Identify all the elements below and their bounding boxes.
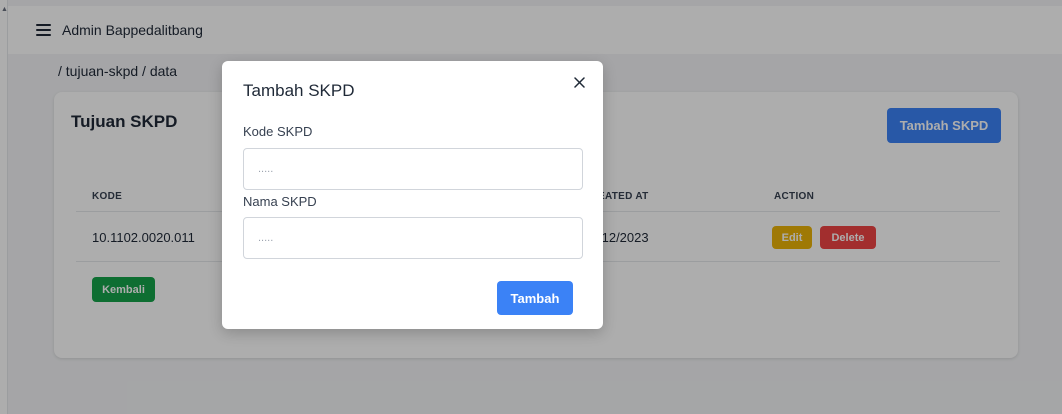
modal-title: Tambah SKPD (243, 81, 355, 100)
close-icon[interactable] (570, 73, 588, 91)
add-skpd-modal: Tambah SKPD Kode SKPD Nama SKPD Tambah (222, 61, 603, 329)
nama-skpd-input[interactable] (243, 217, 583, 259)
nama-skpd-label: Nama SKPD (243, 194, 317, 209)
submit-tambah-button[interactable]: Tambah (497, 281, 573, 315)
kode-skpd-label: Kode SKPD (243, 124, 313, 139)
kode-skpd-input[interactable] (243, 148, 583, 190)
